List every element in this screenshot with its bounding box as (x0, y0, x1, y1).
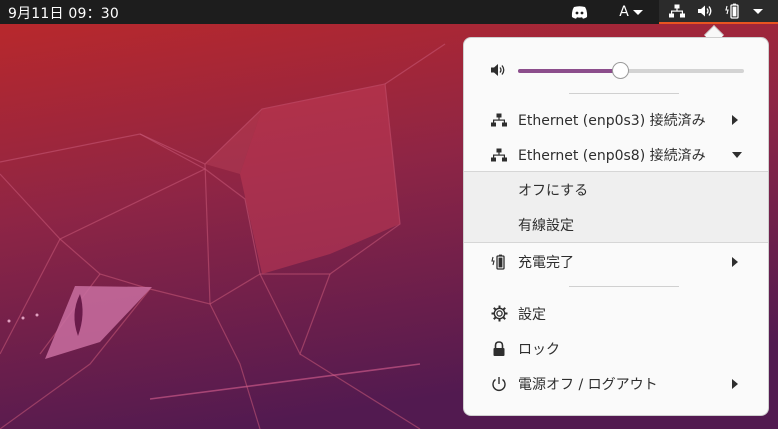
power-off-logout-label: 電源オフ / ログアウト (518, 376, 658, 393)
network-wired-icon (490, 111, 508, 129)
gear-icon (490, 305, 508, 323)
ethernet-enp0s8-submenu: オフにする 有線設定 (464, 171, 768, 243)
separator (569, 286, 679, 287)
volume-slider-fill (518, 69, 620, 73)
top-bar: 9月11日 09：30 A (0, 0, 778, 24)
lock-icon (490, 340, 508, 358)
speaker-volume-icon (491, 64, 505, 76)
ethernet-enp0s3-label: Ethernet (enp0s3) 接続済み (518, 112, 706, 129)
chevron-right-icon (732, 114, 738, 125)
turn-off-label: オフにする (518, 182, 589, 199)
power-icon (490, 375, 508, 393)
system-menu-popover: Ethernet (enp0s3) 接続済み Ethernet (enp0s8)… (463, 37, 769, 416)
input-method-button[interactable]: A (614, 0, 648, 24)
settings-item[interactable]: 設定 (464, 296, 768, 331)
discord-icon (571, 5, 587, 19)
lock-label: ロック (518, 341, 560, 358)
speaker-volume-icon (697, 5, 711, 17)
input-method-label: A (619, 4, 629, 20)
chevron-right-icon (732, 256, 738, 267)
network-wired-icon (490, 146, 508, 164)
chevron-down-icon (632, 9, 643, 15)
volume-slider-handle[interactable] (612, 62, 629, 79)
wired-settings-label: 有線設定 (518, 217, 574, 234)
ethernet-enp0s8-label: Ethernet (enp0s8) 接続済み (518, 147, 706, 164)
chevron-down-icon (752, 8, 763, 14)
separator (569, 93, 679, 94)
chevron-down-icon (732, 151, 742, 158)
ethernet-enp0s8-item[interactable]: Ethernet (enp0s8) 接続済み (464, 137, 768, 172)
battery-item[interactable]: 充電完了 (464, 244, 768, 279)
settings-label: 設定 (518, 306, 546, 323)
network-wired-icon (668, 4, 685, 18)
chevron-right-icon (732, 378, 738, 389)
discord-tray-button[interactable] (568, 0, 590, 24)
turn-off-item[interactable]: オフにする (464, 172, 768, 207)
lock-item[interactable]: ロック (464, 331, 768, 366)
wired-settings-item[interactable]: 有線設定 (464, 207, 768, 242)
ethernet-enp0s3-item[interactable]: Ethernet (enp0s3) 接続済み (464, 102, 768, 137)
power-off-logout-item[interactable]: 電源オフ / ログアウト (464, 366, 768, 401)
battery-charged-icon (490, 253, 508, 271)
battery-label: 充電完了 (518, 254, 574, 271)
battery-charged-icon (724, 3, 739, 19)
clock-date-time[interactable]: 9月11日 09：30 (8, 3, 119, 23)
volume-slider[interactable] (518, 62, 744, 79)
system-menu-button[interactable] (659, 0, 778, 24)
